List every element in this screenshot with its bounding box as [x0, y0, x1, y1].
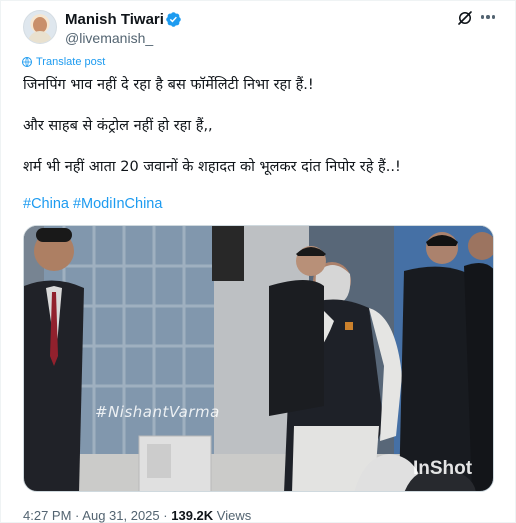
more-options-icon[interactable] — [478, 7, 498, 27]
translate-post-link[interactable]: Translate post — [21, 56, 105, 68]
translate-icon — [22, 57, 32, 67]
post-meta: 4:27 PM · Aug 31, 2025 · 139.2K Views — [23, 508, 251, 523]
views-count[interactable]: 139.2K — [171, 508, 213, 523]
post-text-line: और साहब से कंट्रोल नहीं हो रहा हैं,, — [23, 118, 213, 134]
post-card: Manish Tiwari @livemanish_ Translate pos… — [0, 0, 516, 523]
author-handle[interactable]: @livemanish_ — [65, 30, 153, 46]
video-frame — [24, 226, 493, 491]
views-label: Views — [216, 508, 252, 523]
author-name[interactable]: Manish Tiwari — [65, 11, 164, 28]
post-date[interactable]: Aug 31, 2025 — [82, 508, 159, 523]
post-time[interactable]: 4:27 PM — [23, 508, 71, 523]
hashtag-link[interactable]: #China — [23, 196, 69, 212]
video-media[interactable]: #NishantVarma InShot — [23, 225, 494, 492]
hashtag-list: #China #ModiInChina — [23, 196, 166, 212]
verified-badge-icon — [166, 12, 181, 27]
post-text-line: जिनपिंग भाव नहीं दे रहा है बस फॉर्मेलिटी… — [23, 77, 314, 93]
author-avatar[interactable] — [23, 10, 57, 44]
inshot-watermark: InShot — [413, 458, 473, 479]
post-text-line: शर्म भी नहीं आता 20 जवानों के शहादत को भ… — [23, 159, 401, 175]
video-watermark: #NishantVarma — [95, 403, 220, 421]
meta-separator: · — [75, 508, 80, 523]
translate-label: Translate post — [36, 56, 106, 68]
meta-separator: · — [163, 508, 168, 523]
hashtag-link[interactable]: #ModiInChina — [73, 196, 162, 212]
grok-icon[interactable] — [456, 9, 474, 27]
